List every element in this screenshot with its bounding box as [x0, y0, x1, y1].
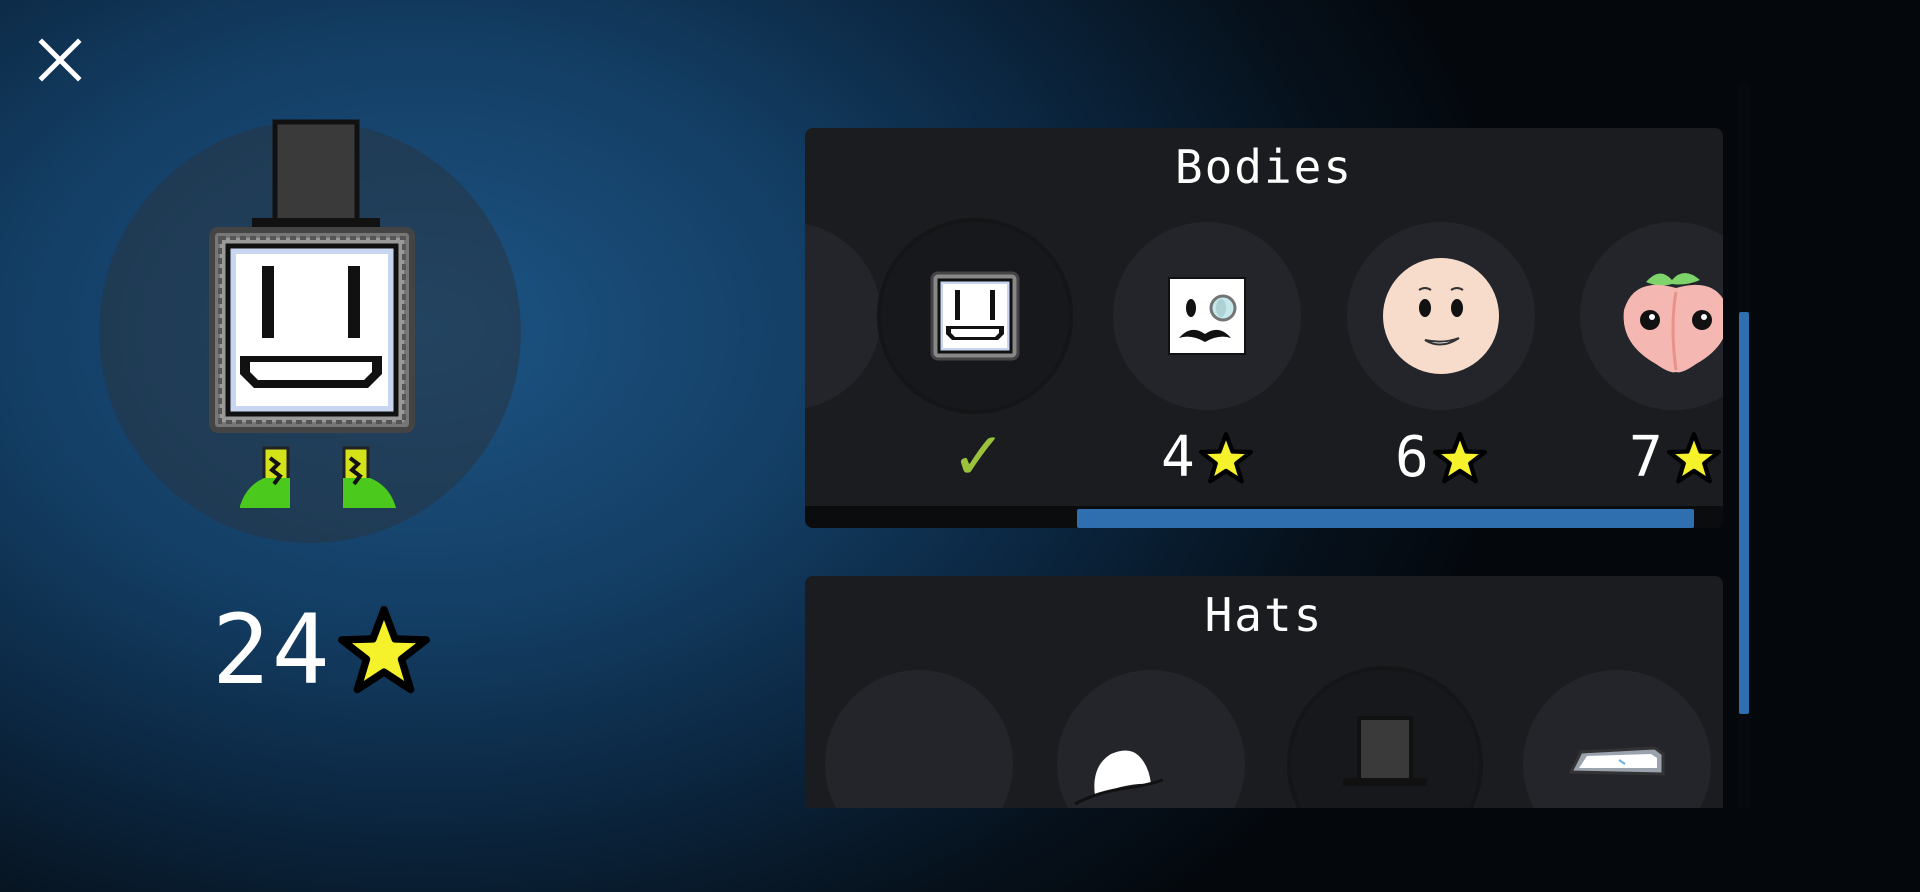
hats-panel: Hats [805, 576, 1723, 808]
hat-item-cap[interactable] [1057, 670, 1245, 808]
face-body-icon [1383, 258, 1499, 374]
page-scrollbar-thumb[interactable] [1739, 312, 1749, 714]
robot-body-icon [209, 227, 415, 433]
close-icon[interactable] [34, 34, 86, 86]
monocle-body-icon [1168, 277, 1246, 355]
cap-hat-icon [1074, 750, 1164, 806]
body-item-partial[interactable] [805, 222, 881, 410]
hats-title: Hats [1204, 588, 1324, 642]
bodies-scrollbar-thumb[interactable] [1077, 509, 1694, 528]
bodies-panel: Bodies ✓ 4 6 7 [805, 128, 1723, 528]
price-value: 4 [1161, 425, 1195, 490]
body-item-face[interactable] [1347, 222, 1535, 410]
bodies-scrollbar[interactable] [805, 506, 1723, 528]
price-value: 6 [1395, 425, 1429, 490]
peach-body-icon [1623, 273, 1723, 373]
star-total: 24 [212, 602, 430, 698]
price-face: 6 [1395, 430, 1487, 486]
star-icon [1198, 432, 1253, 484]
price-value: 7 [1629, 425, 1663, 490]
hat-item-none[interactable] [825, 670, 1013, 808]
star-icon [1432, 432, 1487, 484]
hat-item-helmet[interactable] [1523, 670, 1711, 808]
page-scrollbar[interactable] [1737, 82, 1751, 808]
helmet-hat-icon [1568, 746, 1665, 776]
body-item-peach[interactable] [1580, 222, 1723, 410]
star-icon [337, 605, 430, 694]
owned-checkmark-icon: ✓ [951, 418, 1007, 495]
top-hat-icon [252, 119, 380, 230]
hat-item-top-hat[interactable] [1287, 666, 1483, 808]
body-item-monocle[interactable] [1113, 222, 1301, 410]
star-icon [1666, 432, 1721, 484]
robot-body-icon [930, 271, 1020, 361]
body-item-robot[interactable] [877, 218, 1073, 414]
character-preview [209, 119, 415, 508]
star-total-value: 24 [212, 594, 332, 706]
green-sneakers-icon [240, 446, 396, 508]
top-hat-icon [1343, 716, 1427, 786]
price-monocle: 4 [1161, 430, 1253, 486]
bodies-title: Bodies [1174, 140, 1354, 194]
price-peach: 7 [1629, 430, 1721, 486]
